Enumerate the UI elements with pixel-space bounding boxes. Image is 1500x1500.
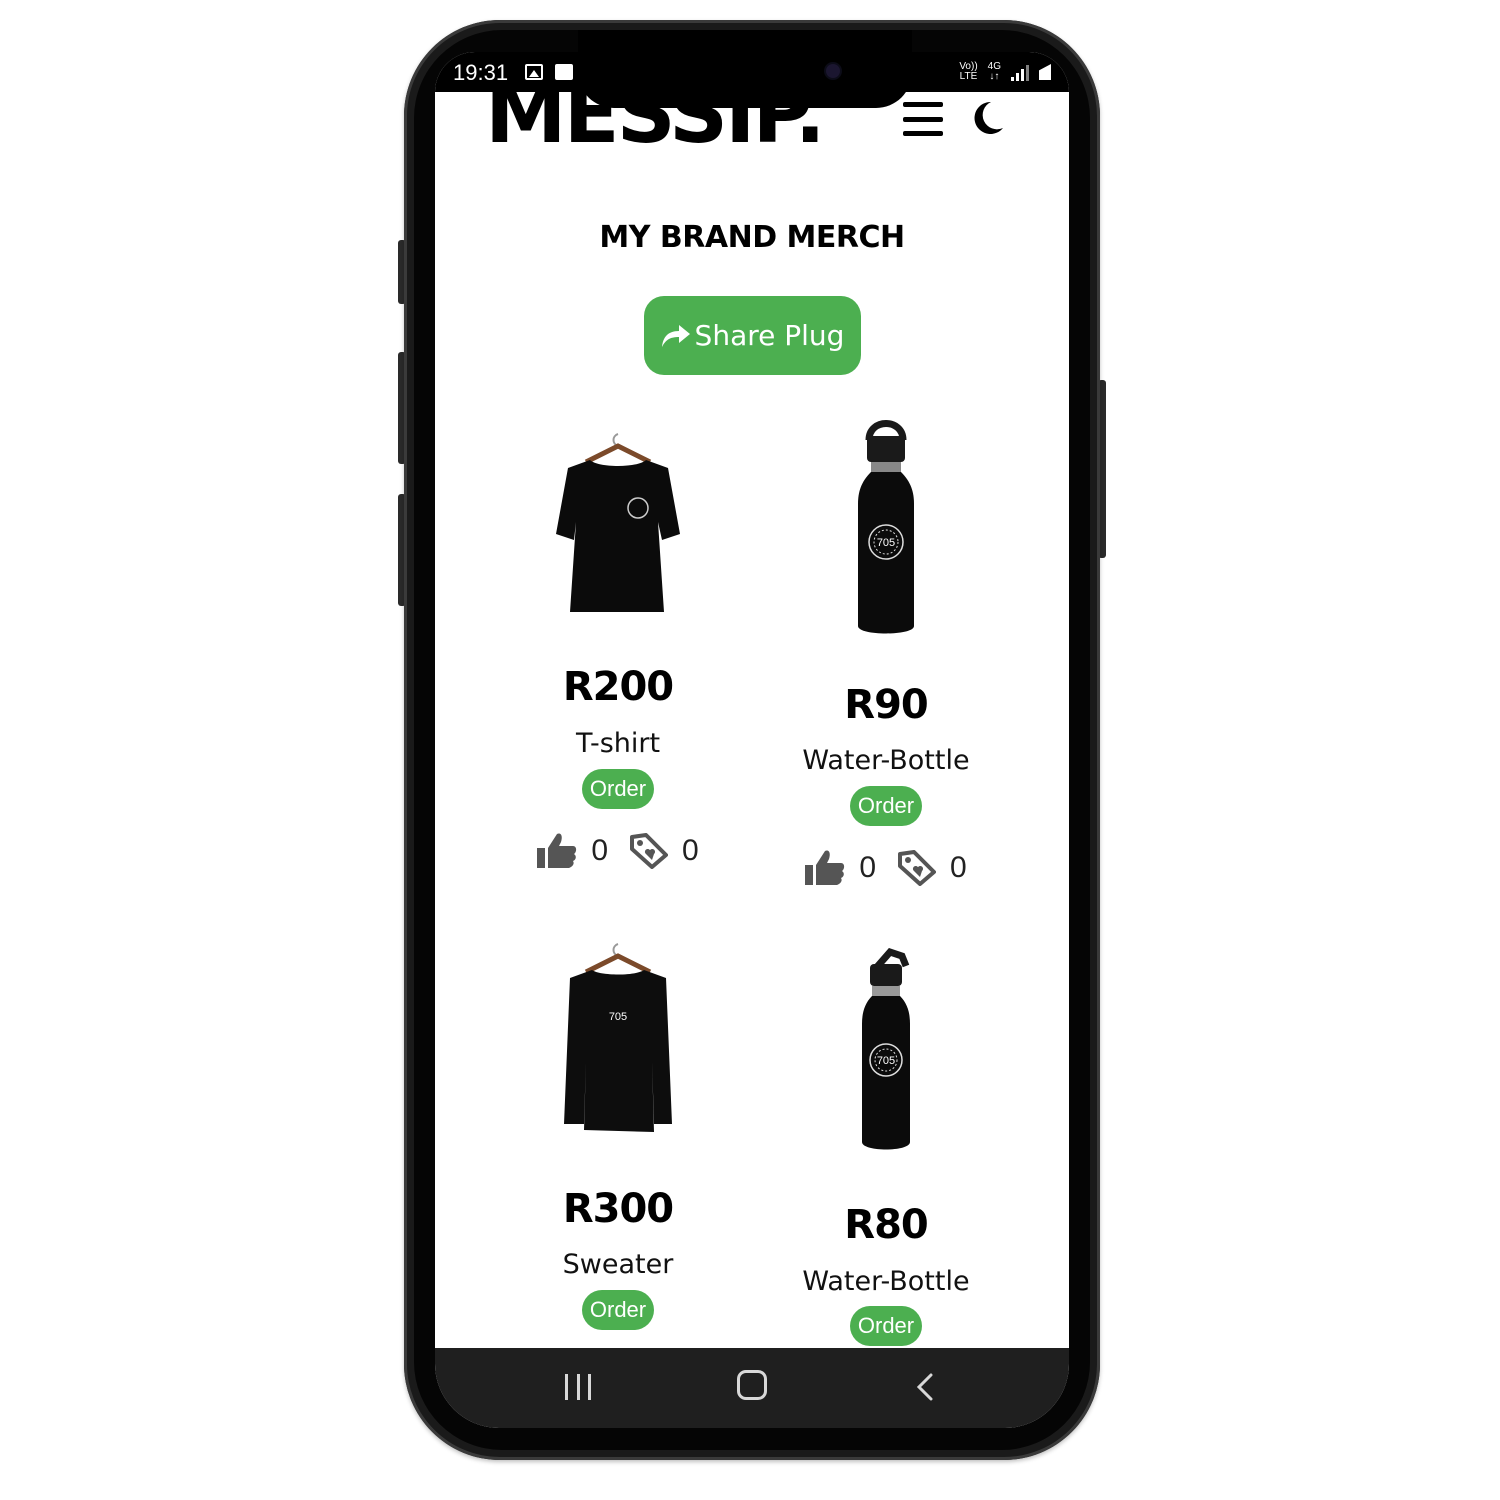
thumbs-up-icon	[537, 833, 577, 868]
like-count: 0	[859, 851, 876, 884]
tag-count: 0	[682, 834, 699, 867]
phone-screen: 19:31 Vo)) LTE 4G ↓↑ MESSIP. MY BRAND ME…	[435, 52, 1069, 1428]
order-button[interactable]: Order	[850, 1306, 922, 1346]
share-arrow-icon	[661, 324, 690, 347]
tag-count: 0	[950, 851, 967, 884]
product-name: Water-Bottle	[802, 745, 970, 776]
order-button[interactable]: Order	[582, 769, 654, 809]
product-price: R200	[562, 664, 674, 710]
product-price: R80	[844, 1202, 928, 1248]
signal-icon	[1011, 63, 1029, 81]
data-arrows-label: ↓↑	[989, 71, 1000, 82]
bottle-print-text: 705	[877, 537, 895, 549]
front-camera	[826, 64, 840, 78]
like-count: 0	[591, 834, 608, 867]
order-button[interactable]: Order	[850, 786, 922, 826]
black-water-bottle-image[interactable]: 705	[736, 412, 1036, 642]
tag-stat[interactable]: 0	[630, 833, 699, 869]
product-stats: 0 0	[468, 832, 768, 870]
price-tag-heart-icon	[898, 850, 936, 886]
product-stats: 0 0	[736, 849, 1036, 887]
black-sweater-image[interactable]: 705	[468, 940, 768, 1170]
tag-stat[interactable]: 0	[898, 850, 967, 886]
android-nav-bar	[435, 1348, 1069, 1428]
moon-icon[interactable]	[967, 98, 1007, 138]
like-stat[interactable]: 0	[805, 849, 876, 887]
order-button[interactable]: Order	[582, 1290, 654, 1330]
sweater-print-text: 705	[609, 1011, 627, 1023]
product-price: R300	[562, 1186, 674, 1232]
product-name: T-shirt	[575, 728, 661, 759]
home-icon[interactable]	[737, 1370, 767, 1400]
hamburger-menu-icon[interactable]	[903, 102, 943, 136]
black-sport-bottle-image[interactable]: 705	[736, 942, 1036, 1172]
price-tag-heart-icon	[630, 833, 668, 869]
product-price: R90	[844, 682, 928, 728]
product-name: Sweater	[562, 1249, 674, 1280]
page-title: MY BRAND MERCH	[599, 220, 905, 255]
phone-notch	[578, 30, 912, 108]
black-tshirt-image[interactable]	[468, 422, 768, 652]
volte-indicator: Vo)) LTE	[959, 62, 977, 82]
thumbs-up-icon	[805, 850, 845, 885]
product-name: Water-Bottle	[802, 1266, 970, 1297]
like-stat[interactable]: 0	[537, 832, 608, 870]
data-indicator: 4G ↓↑	[988, 62, 1001, 82]
share-plug-label: Share Plug	[694, 319, 845, 352]
sport-bottle-print-text: 705	[877, 1055, 895, 1067]
lte-label: LTE	[959, 71, 978, 82]
recent-apps-icon[interactable]	[565, 1374, 591, 1400]
battery-icon	[1039, 64, 1051, 80]
share-plug-button[interactable]: Share Plug	[644, 296, 861, 375]
back-chevron-icon[interactable]	[913, 1372, 939, 1402]
